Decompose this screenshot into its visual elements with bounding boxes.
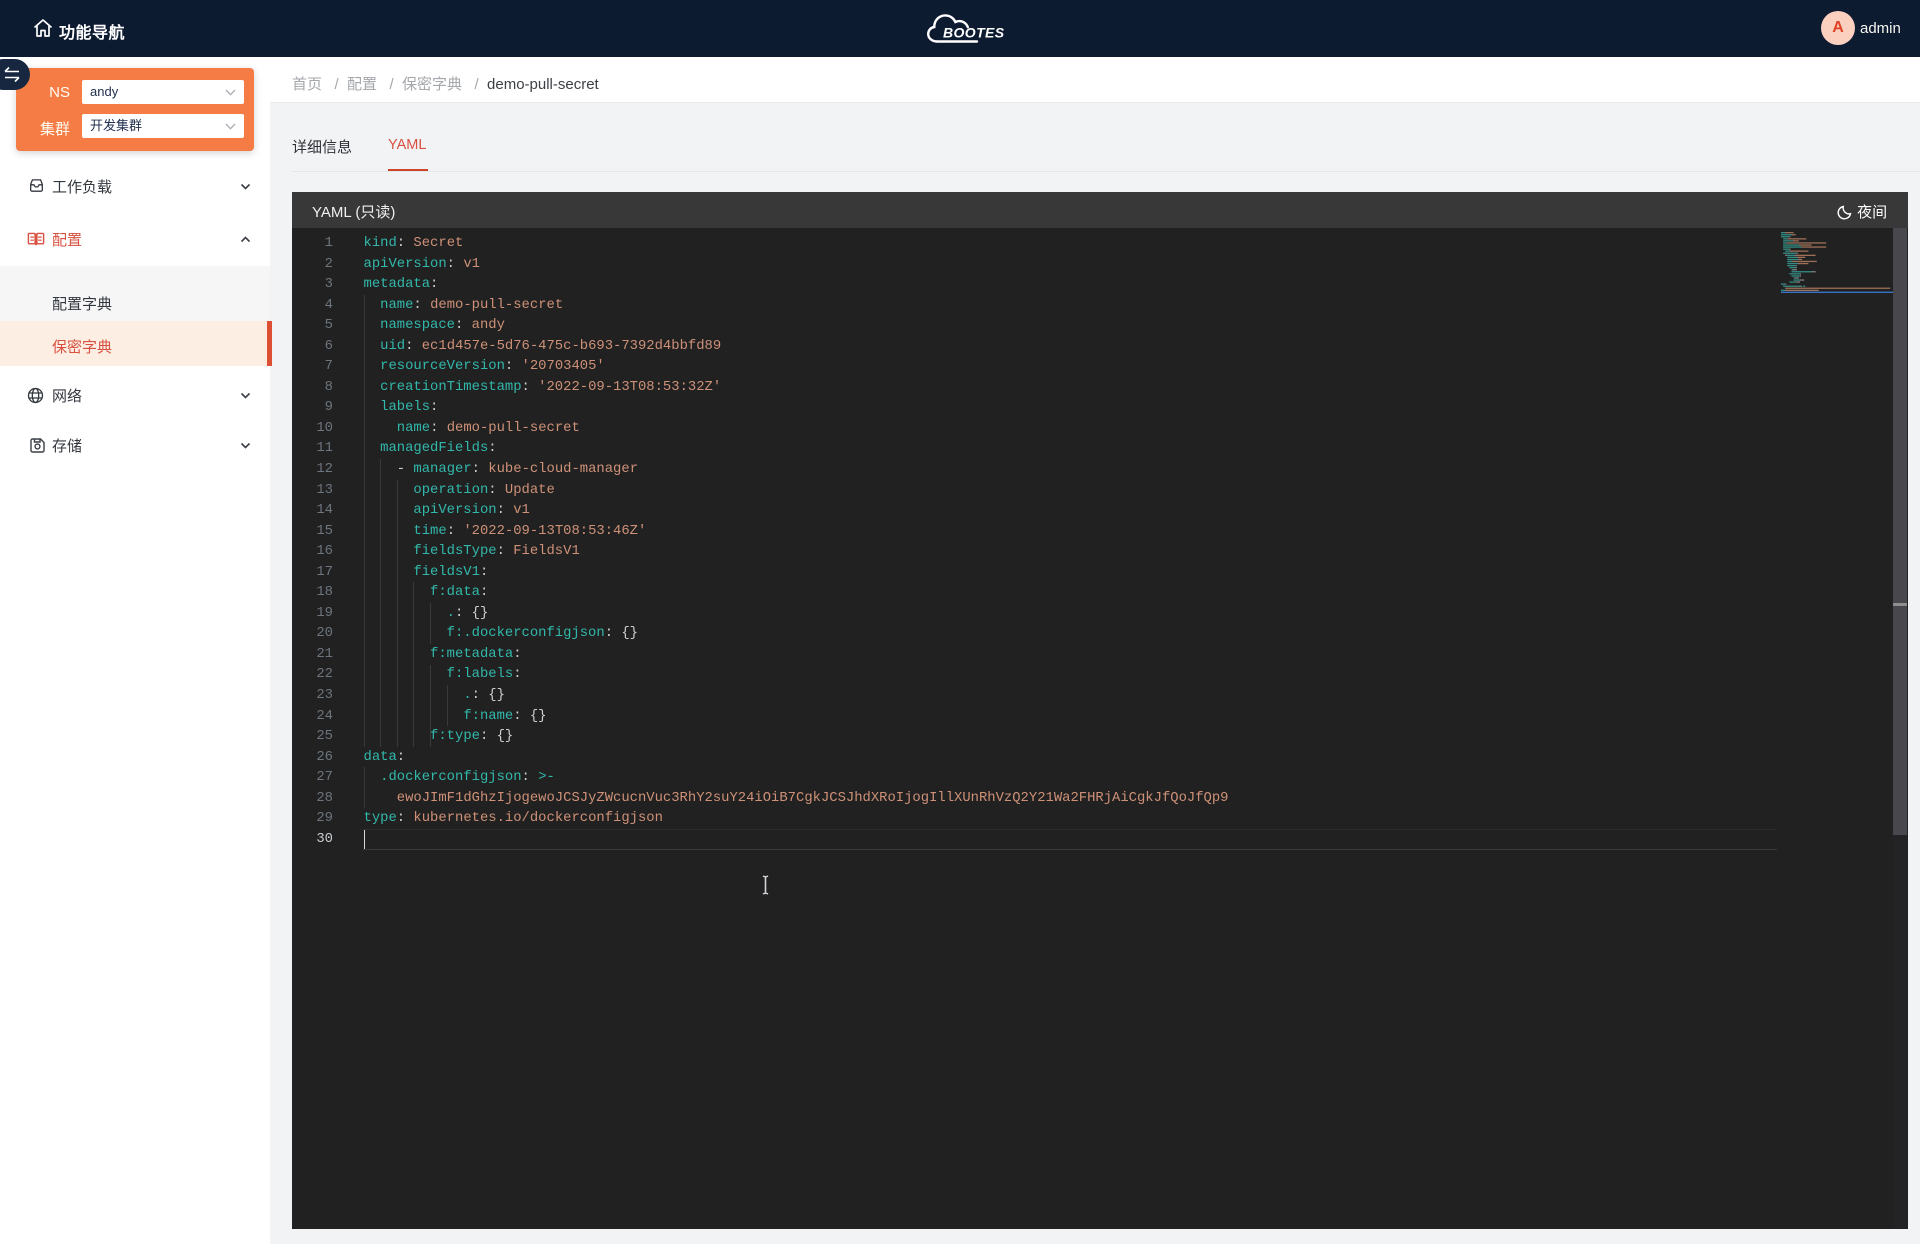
svg-text:BOOTES: BOOTES: [943, 25, 1005, 41]
